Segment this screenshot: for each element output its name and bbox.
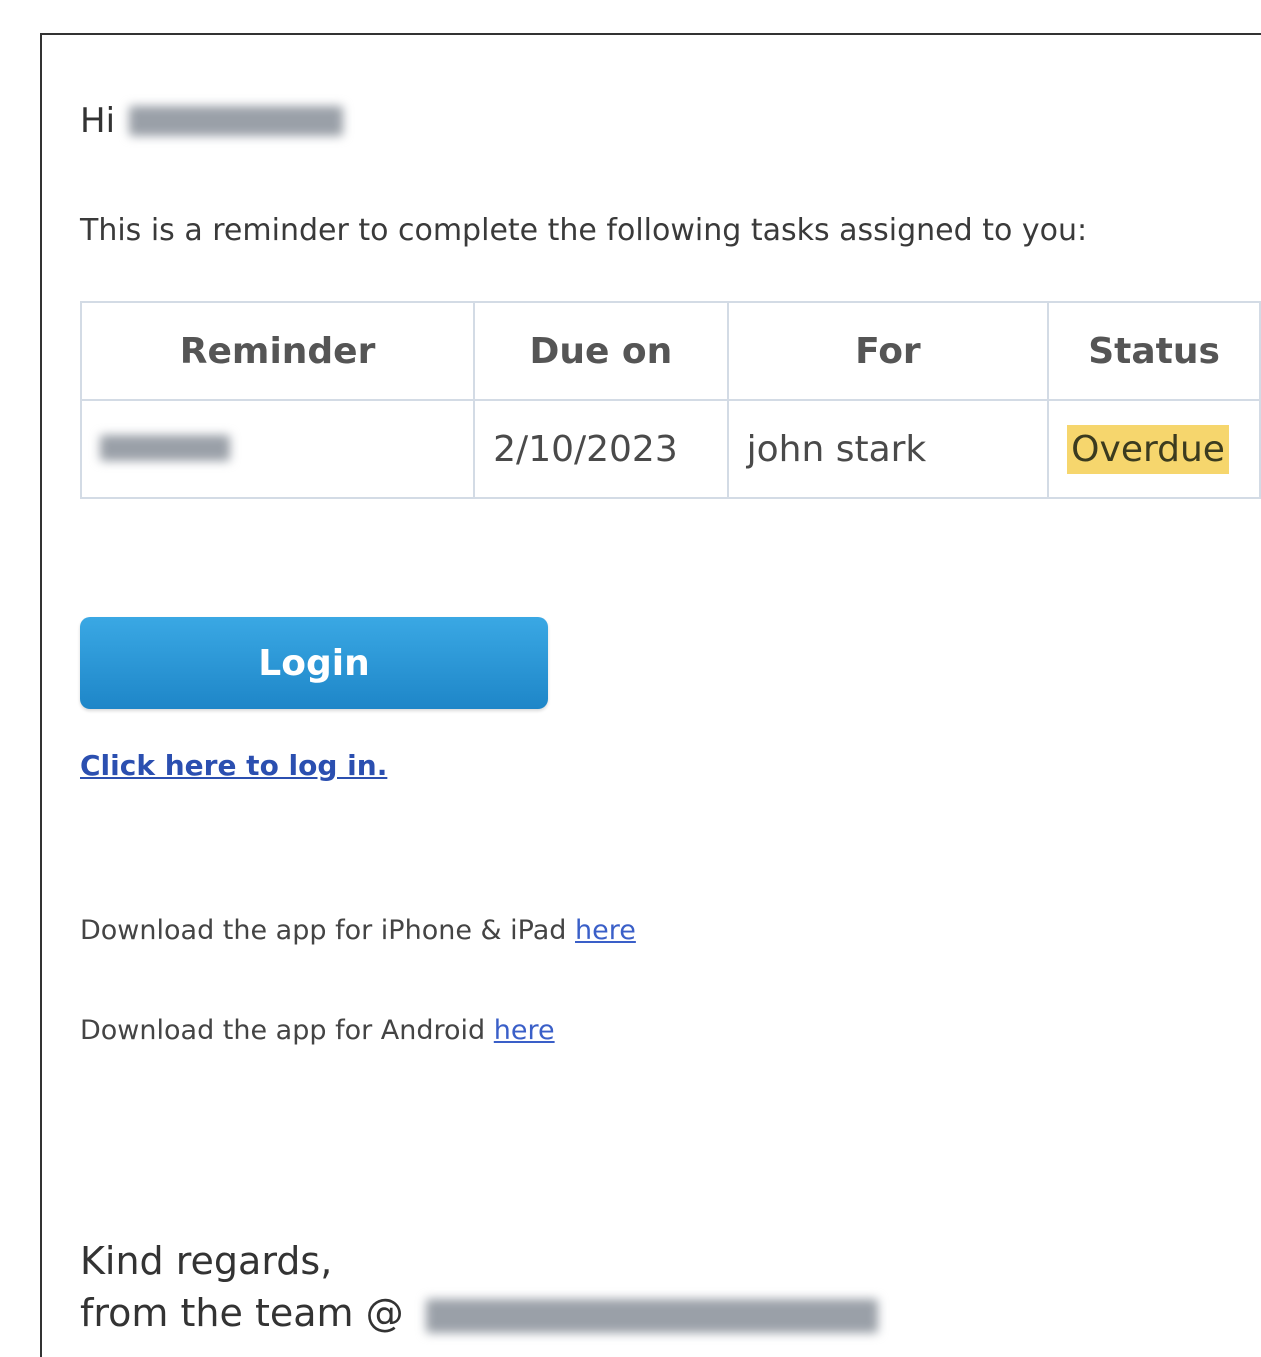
redacted-recipient-name — [129, 106, 344, 136]
login-button[interactable]: Login — [80, 617, 548, 709]
cell-status: Overdue — [1047, 399, 1261, 499]
signoff: Kind regards, from the team @ — [80, 1235, 878, 1339]
android-app-line: Download the app for Android here — [80, 1015, 555, 1046]
table-row: 2/10/2023 john stark Overdue — [79, 399, 1261, 499]
intro-text: This is a reminder to complete the follo… — [80, 213, 1088, 248]
header-reminder: Reminder — [79, 301, 476, 401]
cell-for: john stark — [726, 399, 1050, 499]
greeting: Hi — [80, 101, 344, 141]
android-app-text: Download the app for Android — [80, 1015, 486, 1046]
header-status: Status — [1047, 301, 1261, 401]
iphone-app-link[interactable]: here — [575, 915, 636, 946]
redacted-company-name — [425, 1298, 878, 1333]
cell-due-on: 2/10/2023 — [473, 399, 729, 499]
signoff-line-2: from the team @ — [80, 1287, 878, 1339]
iphone-app-text: Download the app for iPhone & iPad — [80, 915, 567, 946]
iphone-app-line: Download the app for iPhone & iPad here — [80, 915, 636, 946]
task-table: Reminder Due on For Status 2/10/2023 joh… — [79, 301, 1261, 499]
android-app-link[interactable]: here — [494, 1015, 555, 1046]
cell-reminder — [79, 399, 476, 499]
signoff-team-prefix: from the team @ — [80, 1291, 404, 1335]
header-due-on: Due on — [473, 301, 729, 401]
header-for: For — [726, 301, 1050, 401]
greeting-prefix: Hi — [80, 101, 116, 141]
signoff-line-1: Kind regards, — [80, 1239, 333, 1283]
table-header-row: Reminder Due on For Status — [79, 301, 1261, 401]
login-link[interactable]: Click here to log in. — [80, 749, 387, 782]
redacted-reminder-name — [100, 434, 230, 461]
email-body: Hi This is a reminder to complete the fo… — [40, 33, 1261, 1357]
status-badge: Overdue — [1067, 424, 1229, 474]
